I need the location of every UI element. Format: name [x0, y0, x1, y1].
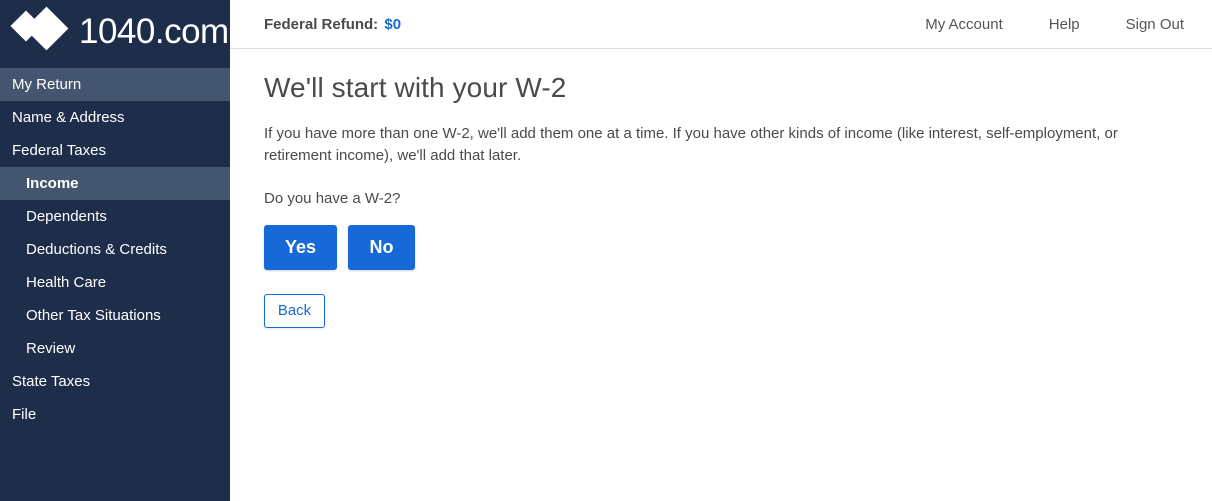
- brand-logo-area[interactable]: 1040.com: [0, 0, 230, 62]
- double-diamond-logo-icon: [10, 6, 70, 51]
- sidebar-item-state-taxes[interactable]: State Taxes: [0, 365, 230, 398]
- top-nav: My Account Help Sign Out: [925, 0, 1184, 48]
- sidebar-item-my-return[interactable]: My Return: [0, 68, 230, 101]
- yes-button[interactable]: Yes: [264, 224, 337, 270]
- sidebar-item-income[interactable]: Income: [0, 167, 230, 200]
- topnav-link-sign-out[interactable]: Sign Out: [1126, 16, 1184, 33]
- topnav-link-help[interactable]: Help: [1049, 16, 1080, 33]
- sidebar-item-health-care[interactable]: Health Care: [0, 266, 230, 299]
- intro-paragraph: If you have more than one W-2, we'll add…: [264, 124, 1118, 164]
- sidebar-item-name-address[interactable]: Name & Address: [0, 101, 230, 134]
- question-text: Do you have a W-2?: [264, 189, 401, 207]
- answer-button-row: Yes No: [264, 224, 1178, 270]
- sidebar: 1040.com My Return Name & Address Federal …: [0, 0, 230, 501]
- brand-name: 1040.com: [79, 11, 229, 51]
- topnav-link-my-account[interactable]: My Account: [925, 16, 1003, 33]
- sidebar-item-federal-taxes[interactable]: Federal Taxes: [0, 134, 230, 167]
- main-area: Federal Refund: $0 My Account Help Sign Ou…: [230, 0, 1212, 501]
- sidebar-item-dependents[interactable]: Dependents: [0, 200, 230, 233]
- federal-refund-display: Federal Refund: $0: [264, 16, 401, 33]
- federal-refund-amount: $0: [384, 15, 402, 33]
- sidebar-item-other-tax-situations[interactable]: Other Tax Situations: [0, 299, 230, 332]
- page-title: We'll start with your W-2: [264, 72, 567, 103]
- content-panel: We'll start with your W-2 If you have mo…: [230, 49, 1212, 328]
- app-root: 1040.com My Return Name & Address Federal …: [0, 0, 1212, 501]
- sidebar-item-review[interactable]: Review: [0, 332, 230, 365]
- sidebar-nav: My Return Name & Address Federal Taxes Inco…: [0, 62, 230, 431]
- sidebar-item-deductions-credits[interactable]: Deductions & Credits: [0, 233, 230, 266]
- no-button[interactable]: No: [348, 224, 415, 270]
- federal-refund-label: Federal Refund:: [264, 15, 379, 33]
- logo-diamond-large: [24, 6, 69, 51]
- top-bar: Federal Refund: $0 My Account Help Sign Ou…: [230, 0, 1212, 49]
- back-button[interactable]: Back: [264, 293, 325, 328]
- sidebar-item-file[interactable]: File: [0, 398, 230, 431]
